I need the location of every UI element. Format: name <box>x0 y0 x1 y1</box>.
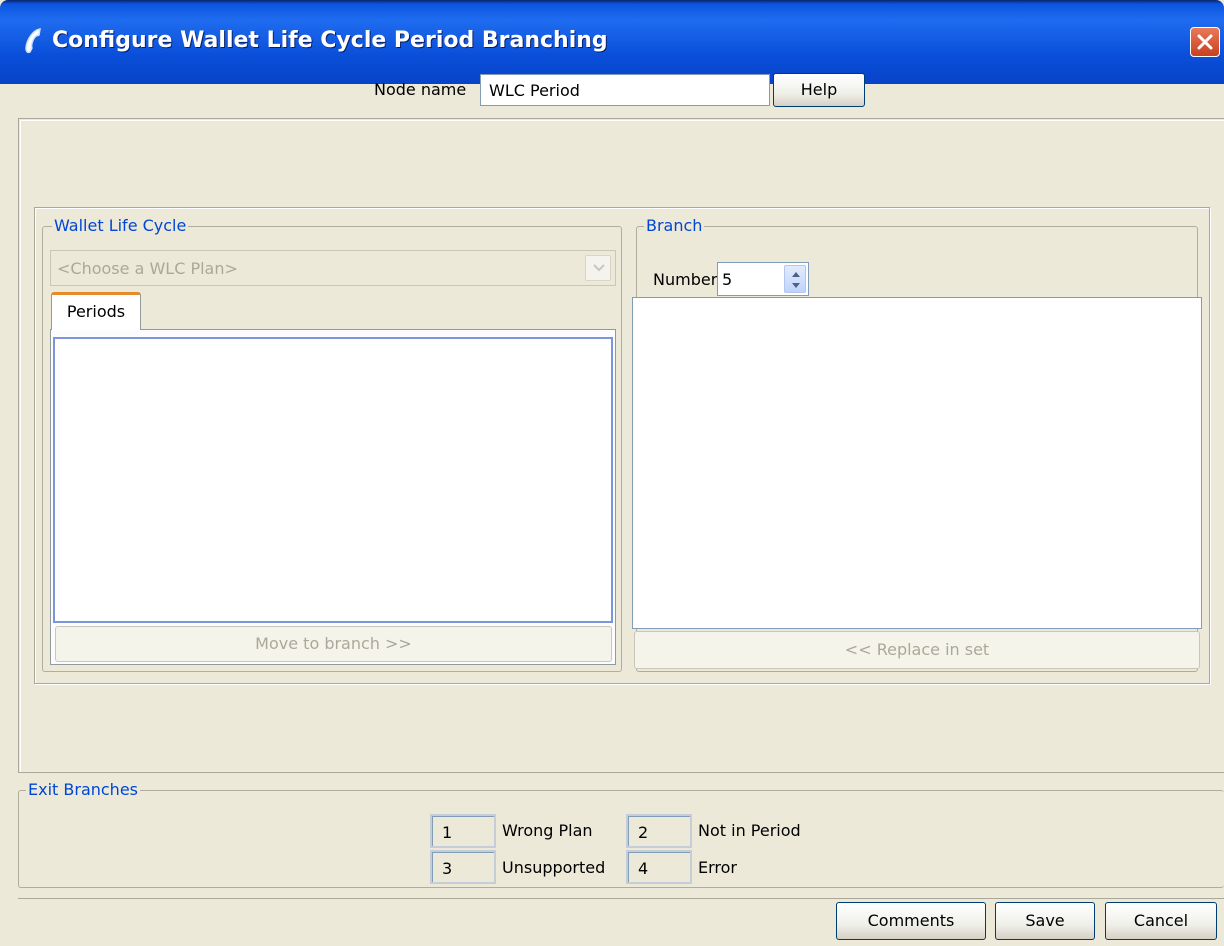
exit-branch-number: 3 <box>430 850 496 884</box>
move-to-branch-button[interactable]: Move to branch >> <box>55 626 612 662</box>
spinner-arrows-icon[interactable] <box>784 265 806 293</box>
wallet-life-cycle-legend: Wallet Life Cycle <box>52 216 189 235</box>
comments-button[interactable]: Comments <box>836 902 986 940</box>
periods-list[interactable] <box>53 337 613 623</box>
tab-periods[interactable]: Periods <box>51 292 141 330</box>
save-button[interactable]: Save <box>995 902 1095 940</box>
exit-branch-label: Wrong Plan <box>502 821 593 840</box>
exit-branch-number: 1 <box>430 814 496 848</box>
exit-branches-legend: Exit Branches <box>26 780 140 799</box>
branch-number-label: Number <box>653 270 718 289</box>
cancel-button[interactable]: Cancel <box>1105 902 1217 940</box>
branch-number-value[interactable]: 5 <box>722 270 732 289</box>
window-titlebar: Configure Wallet Life Cycle Period Branc… <box>0 0 1224 84</box>
replace-in-set-button[interactable]: << Replace in set <box>634 631 1200 669</box>
branch-legend: Branch <box>644 216 705 235</box>
exit-branch-number: 4 <box>626 850 692 884</box>
wlc-plan-select-value: <Choose a WLC Plan> <box>57 259 238 278</box>
exit-branch-label: Error <box>698 858 737 877</box>
node-name-label: Node name <box>374 80 467 99</box>
exit-branch-label: Unsupported <box>502 858 606 877</box>
close-icon <box>1197 34 1213 50</box>
exit-branch-number: 2 <box>626 814 692 848</box>
chevron-down-icon[interactable] <box>585 255 611 281</box>
telephone-handset-icon <box>22 26 46 56</box>
exit-branch-label: Not in Period <box>698 821 801 840</box>
wlc-plan-select[interactable]: <Choose a WLC Plan> <box>50 250 616 286</box>
branch-list[interactable] <box>632 297 1202 629</box>
node-name-input[interactable] <box>480 74 770 106</box>
window-title: Configure Wallet Life Cycle Period Branc… <box>52 28 608 53</box>
close-button[interactable] <box>1190 27 1220 57</box>
exit-branches-group <box>18 790 1224 888</box>
branch-number-spinner[interactable]: 5 <box>717 262 809 296</box>
help-button[interactable]: Help <box>773 73 865 107</box>
